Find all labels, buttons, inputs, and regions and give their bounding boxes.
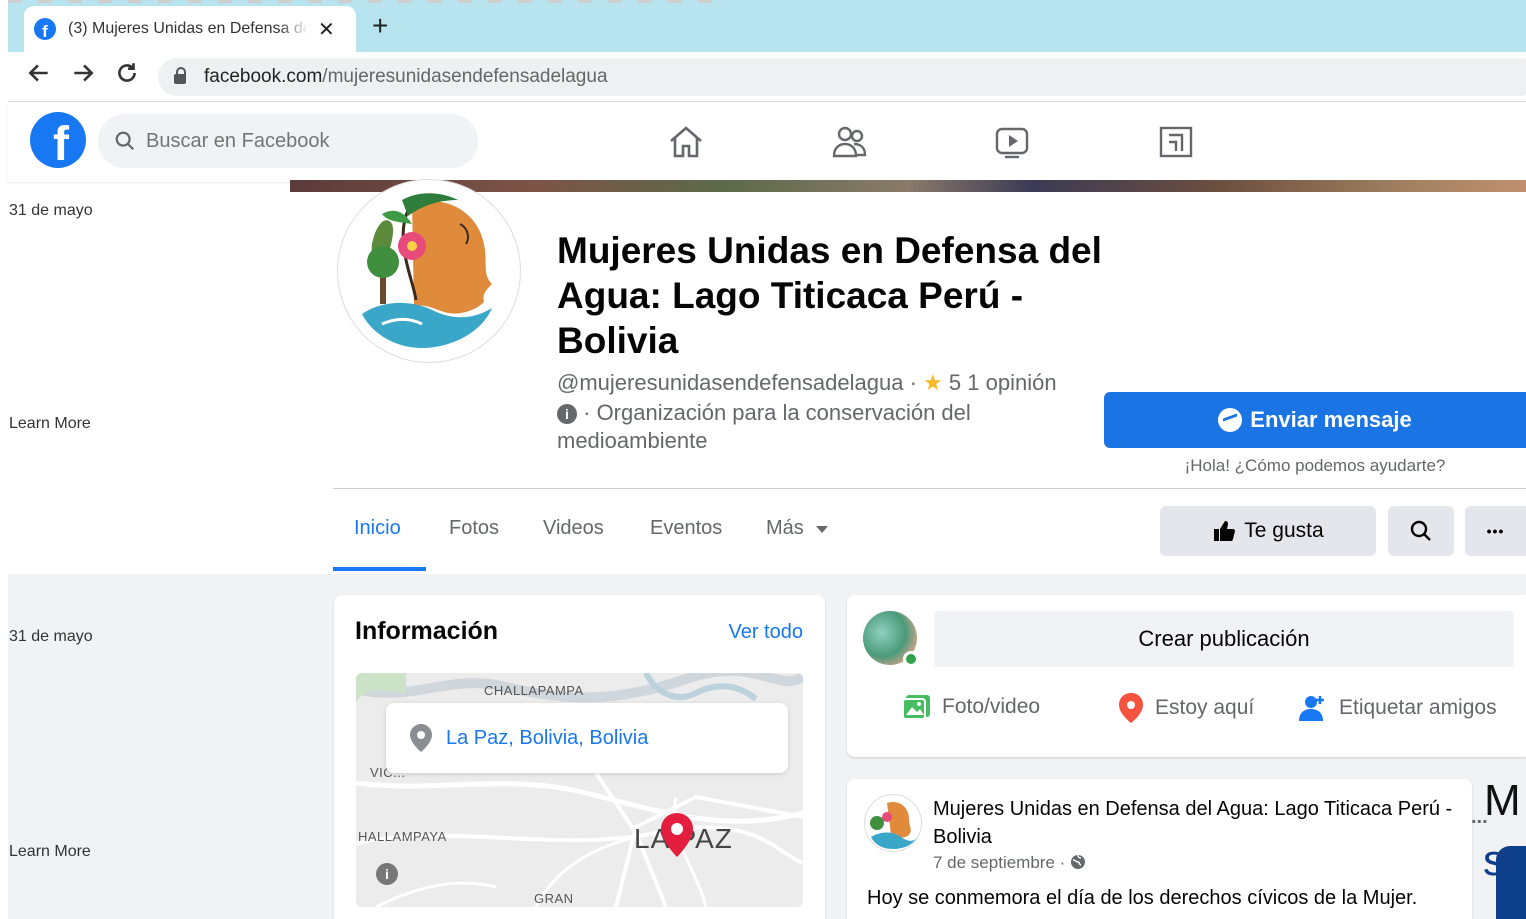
search-page-button[interactable] — [1388, 506, 1454, 556]
tag-friends-icon — [1299, 696, 1324, 721]
tabs-divider — [333, 488, 1526, 489]
page-reviews-link[interactable]: 1 opinión — [967, 370, 1056, 395]
tab-eventos[interactable]: Eventos — [650, 517, 722, 540]
watch-icon[interactable] — [992, 122, 1032, 162]
post-author-name[interactable]: Mujeres Unidas en Defensa del Agua: Lago… — [933, 795, 1473, 851]
page-category: · Organización para la conservación del — [583, 400, 971, 425]
post-date[interactable]: 7 de septiembre · — [933, 853, 1086, 873]
active-tab-indicator — [333, 567, 426, 571]
messenger-icon — [1218, 408, 1243, 432]
location-map[interactable]: CHALLAPAMPA VIC... HALLAMPAYA GRAN LA PA… — [356, 673, 803, 907]
info-icon: i — [557, 404, 577, 424]
search-icon — [1410, 520, 1431, 541]
page-category-line: i · Organización para la conservación de… — [557, 400, 971, 426]
location-pin-icon — [410, 724, 432, 752]
info-card-title: Información — [355, 617, 499, 645]
map-label-challapampa: CHALLAPAMPA — [484, 683, 584, 698]
cover-photo[interactable] — [290, 180, 1526, 192]
left-sidebar-lower — [8, 574, 333, 919]
friends-icon[interactable] — [830, 122, 870, 162]
photo-video-action[interactable]: Foto/video — [902, 693, 1040, 721]
search-input[interactable] — [146, 129, 446, 153]
url-input[interactable]: facebook.com/mujeresunidasendefensadelag… — [158, 58, 1526, 96]
tab-title: (3) Mujeres Unidas en Defensa del Agua — [68, 20, 308, 37]
more-options-button[interactable]: ••• — [1465, 506, 1526, 556]
tab-fotos[interactable]: Fotos — [449, 517, 499, 540]
facebook-favicon-icon: f — [34, 18, 56, 40]
location-card[interactable]: La Paz, Bolivia, Bolivia — [386, 703, 788, 773]
send-message-label: Enviar mensaje — [1250, 407, 1412, 432]
online-status-dot — [903, 651, 919, 667]
facebook-header: f — [8, 102, 1526, 182]
overflow-text: s — [1483, 836, 1505, 885]
post-card: Mujeres Unidas en Defensa del Agua: Lago… — [847, 779, 1472, 919]
post-date-text: 7 de septiembre · — [933, 853, 1071, 872]
post-text: Hoy se conmemora el día de los derechos … — [867, 887, 1418, 909]
tag-friends-label: Etiquetar amigos — [1339, 696, 1497, 719]
gaming-icon[interactable] — [1156, 122, 1196, 162]
page-title: Mujeres Unidas en Defensa del Agua: Lago… — [557, 230, 1102, 361]
check-in-label: Estoy aquí — [1155, 696, 1255, 719]
browser-tab-strip: f (3) Mujeres Unidas en Defensa del Agua… — [8, 0, 1526, 52]
star-icon: ★ — [923, 370, 943, 395]
url-text: facebook.com/mujeresunidasendefensadelag… — [204, 66, 608, 88]
globe-icon — [1071, 854, 1086, 869]
create-post-button[interactable]: Crear publicación — [934, 611, 1514, 667]
address-bar-row: facebook.com/mujeresunidasendefensadelag… — [8, 52, 1526, 102]
browser-tab[interactable]: f (3) Mujeres Unidas en Defensa del Agua… — [24, 6, 356, 52]
see-all-link[interactable]: Ver todo — [728, 621, 803, 644]
search-box[interactable] — [98, 114, 478, 168]
like-label: Te gusta — [1244, 519, 1324, 542]
reload-icon[interactable] — [114, 60, 140, 93]
map-pin-icon — [661, 813, 693, 857]
caret-down-icon — [816, 526, 829, 533]
meta-separator: · — [909, 370, 917, 395]
overflow-text: M — [1484, 776, 1521, 825]
page-logo-illustration — [342, 184, 516, 358]
window-drag-region[interactable] — [8, 0, 728, 3]
page-username: @mujeresunidasendefensadelagua — [557, 370, 904, 395]
sidebar-learn-more-link[interactable]: Learn More — [9, 415, 91, 433]
tag-friends-action[interactable]: Etiquetar amigos — [1299, 693, 1497, 723]
message-hint: ¡Hola! ¿Cómo podemos ayudarte? — [1184, 456, 1446, 475]
page-category-cont: medioambiente — [557, 428, 708, 453]
tab-mas-label: Más — [766, 517, 804, 539]
page-avatar[interactable] — [338, 180, 520, 362]
tab-mas[interactable]: Más — [766, 517, 829, 540]
send-message-button[interactable]: Enviar mensaje — [1104, 392, 1526, 448]
more-options-icon: ••• — [1486, 523, 1505, 539]
page-rating: 5 — [948, 370, 962, 395]
composer-card: Crear publicación Foto/video Estoy aquí … — [847, 595, 1526, 757]
search-icon — [115, 131, 135, 151]
post-author-avatar[interactable] — [865, 795, 921, 851]
sidebar-date: 31 de mayo — [9, 628, 93, 645]
forward-arrow-icon[interactable] — [70, 60, 96, 93]
sidebar-learn-more-link[interactable]: Learn More — [9, 843, 91, 861]
thumbs-up-icon — [1214, 521, 1236, 541]
screen: f (3) Mujeres Unidas en Defensa del Agua… — [0, 0, 1526, 919]
tab-inicio[interactable]: Inicio — [354, 517, 401, 540]
new-tab-button[interactable]: + — [372, 10, 388, 42]
page-logo-illustration — [870, 801, 917, 849]
location-pin-icon — [1119, 693, 1143, 723]
page-meta-line: @mujeresunidasendefensadelagua · ★ 5 1 o… — [557, 370, 1057, 396]
check-in-action[interactable]: Estoy aquí — [1119, 693, 1254, 723]
close-tab-icon[interactable]: ✕ — [318, 17, 335, 42]
photo-video-label: Foto/video — [942, 695, 1041, 718]
url-path: /mujeresunidasendefensadelagua — [322, 66, 608, 87]
like-button[interactable]: Te gusta — [1160, 506, 1376, 556]
map-label-hallampaya: HALLAMPAYA — [358, 829, 447, 844]
tab-videos[interactable]: Videos — [543, 517, 604, 540]
url-host: facebook.com — [204, 66, 323, 87]
info-card: Información Ver todo CHALLAPAMPA VIC... … — [334, 595, 825, 919]
home-icon[interactable] — [666, 122, 706, 162]
back-arrow-icon[interactable] — [26, 60, 52, 93]
map-info-icon[interactable]: i — [376, 863, 398, 885]
map-label-gran: GRAN — [534, 891, 574, 906]
lock-icon[interactable] — [174, 67, 186, 84]
sidebar-date: 31 de mayo — [9, 202, 93, 219]
location-link[interactable]: La Paz, Bolivia, Bolivia — [446, 727, 648, 750]
photo-icon — [902, 695, 930, 720]
facebook-logo-icon[interactable]: f — [30, 112, 86, 168]
